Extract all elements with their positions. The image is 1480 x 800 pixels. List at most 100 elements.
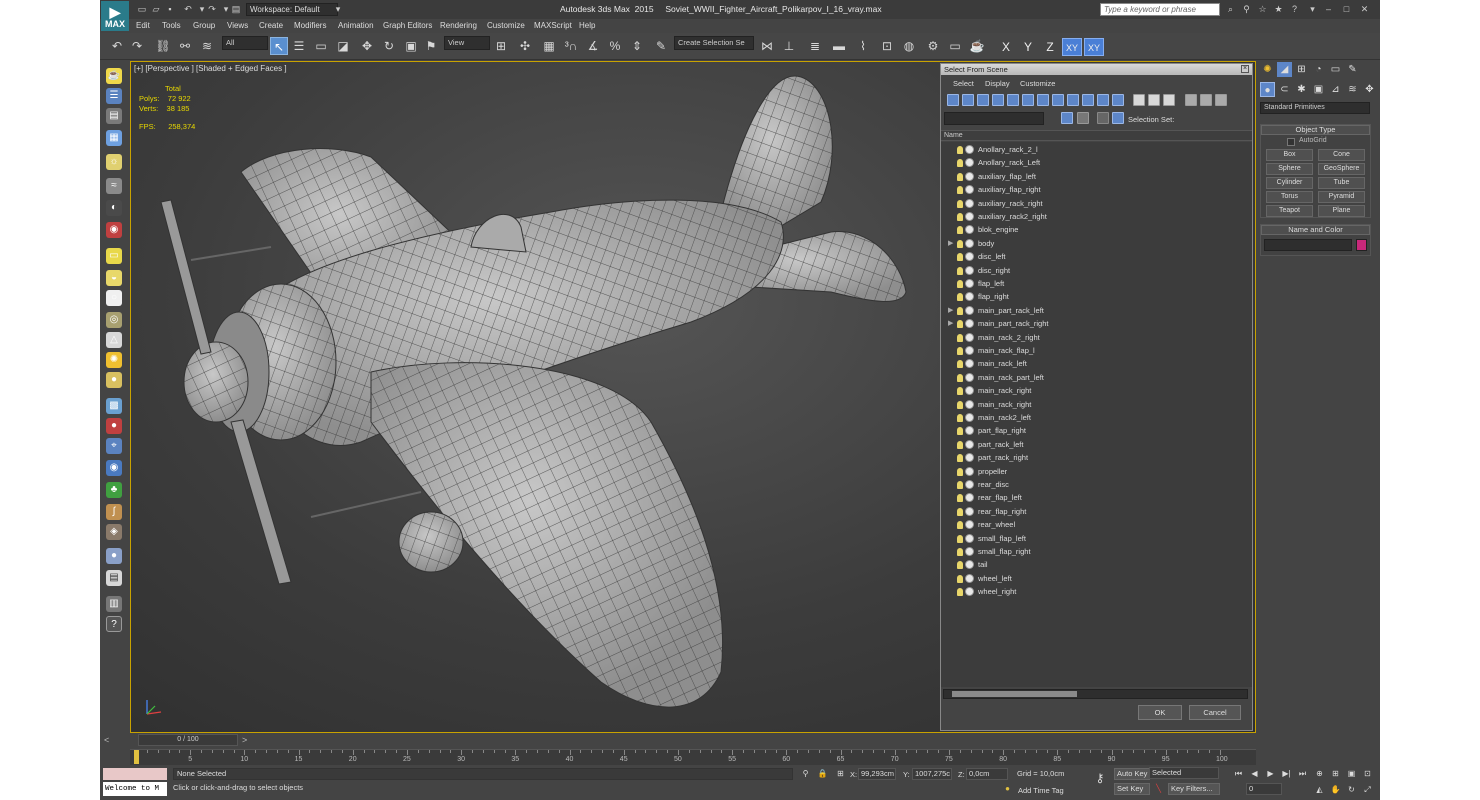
scrollbar-thumb[interactable] (952, 691, 1077, 697)
snaps-toggle-icon[interactable]: ³∩ (562, 37, 580, 55)
redo-icon[interactable]: ↷ (206, 3, 218, 15)
visibility-bulb-icon[interactable] (957, 226, 963, 235)
hierarchy-tab-icon[interactable]: ⊞ (1294, 62, 1309, 77)
scene-object-row[interactable]: part_rack_left (941, 439, 1246, 452)
display-groups-icon[interactable] (1037, 94, 1049, 106)
pan-view-icon[interactable]: ✋ (1330, 784, 1341, 795)
create-tab-icon[interactable]: ✺ (1260, 62, 1275, 77)
favorites-icon[interactable]: ★ (1272, 3, 1285, 16)
scene-object-row[interactable]: rear_disc (941, 479, 1246, 492)
scene-object-row[interactable]: part_flap_right (941, 425, 1246, 438)
tube-button[interactable]: Tube (1318, 177, 1365, 189)
scene-object-row[interactable]: small_flap_right (941, 546, 1246, 559)
align-icon[interactable]: ⊥ (780, 37, 798, 55)
menu-customize[interactable]: Customize (487, 20, 525, 32)
visibility-bulb-icon[interactable] (957, 172, 963, 181)
rectangular-selection-icon[interactable]: ▭ (312, 37, 330, 55)
play-icon[interactable]: ▶ (1265, 768, 1276, 779)
wildcard-icon[interactable] (1077, 112, 1089, 124)
menu-animation[interactable]: Animation (338, 20, 374, 32)
hair-icon[interactable]: ∫ (106, 504, 122, 520)
lights-icon[interactable]: ≈ (106, 178, 122, 194)
x-coord-field[interactable]: 99,293cm (858, 768, 896, 780)
zoom-extents-all-icon[interactable]: ⊡ (1362, 768, 1373, 779)
scene-object-row[interactable]: rear_wheel (941, 519, 1246, 532)
visibility-bulb-icon[interactable] (957, 239, 963, 248)
scene-object-row[interactable]: ▶ body (941, 238, 1246, 251)
visibility-bulb-icon[interactable] (957, 588, 963, 597)
object-type-rollout-header[interactable]: Object Type (1261, 125, 1370, 135)
zoom-extents-icon[interactable]: ▣ (1346, 768, 1357, 779)
render-production-icon[interactable]: ☕ (968, 37, 986, 55)
mirror-icon[interactable]: ⋈ (758, 37, 776, 55)
restrict-y-icon[interactable]: Y (1020, 38, 1036, 56)
teapot-icon[interactable]: ☕ (106, 68, 122, 84)
restrict-z-icon[interactable]: Z (1042, 38, 1058, 56)
dialog-menu-display[interactable]: Display (985, 79, 1010, 88)
visibility-bulb-icon[interactable] (957, 186, 963, 195)
scale-icon[interactable]: ▣ (402, 37, 420, 55)
dialog-menu-select[interactable]: Select (953, 79, 974, 88)
maxscript-mini-listener-output[interactable] (103, 768, 167, 780)
scene-object-row[interactable]: flap_right (941, 291, 1246, 304)
visibility-bulb-icon[interactable] (957, 333, 963, 342)
scene-object-row[interactable]: main_rack_left (941, 358, 1246, 371)
unlink-icon[interactable]: ⚯ (176, 37, 194, 55)
scene-object-row[interactable]: flap_left (941, 278, 1246, 291)
workspace-dropdown[interactable]: Workspace: Default (246, 3, 338, 16)
visibility-bulb-icon[interactable] (957, 534, 963, 543)
selection-set-label[interactable]: Selection Set: (1128, 115, 1174, 124)
display-helpers-icon[interactable] (1007, 94, 1019, 106)
orbit-icon[interactable]: ↻ (1346, 784, 1357, 795)
checklist-icon[interactable]: ▤ (106, 570, 122, 586)
restrict-x-icon[interactable]: X (998, 38, 1014, 56)
set-key-icon[interactable]: ⚷ (1092, 772, 1108, 784)
current-frame-marker[interactable] (134, 750, 139, 764)
render-setup-icon[interactable]: ⚙ (924, 37, 942, 55)
scene-object-row[interactable]: tail (941, 559, 1246, 572)
restrict-xy-cycle-icon[interactable]: XY (1084, 38, 1104, 56)
sphere-material-icon[interactable]: ● (106, 548, 122, 564)
sphere-button[interactable]: Sphere (1266, 163, 1313, 175)
display-cameras-icon[interactable] (992, 94, 1004, 106)
go-to-end-icon[interactable]: ⏭ (1297, 768, 1308, 779)
scene-object-row[interactable]: rear_flap_right (941, 506, 1246, 519)
helpers-category-icon[interactable]: ⊿ (1328, 82, 1343, 97)
visibility-bulb-icon[interactable] (957, 306, 963, 315)
helper-icon[interactable]: ⌖ (106, 438, 122, 454)
sort-icon[interactable] (1200, 94, 1212, 106)
visibility-bulb-icon[interactable] (957, 561, 963, 570)
scene-object-row[interactable]: blok_engine (941, 224, 1246, 237)
selection-lock-icon[interactable]: 🔒 (817, 768, 828, 779)
close-window-icon[interactable]: ✕ (1358, 3, 1371, 16)
name-and-color-rollout-header[interactable]: Name and Color (1261, 225, 1370, 235)
visibility-bulb-icon[interactable] (957, 266, 963, 275)
find-name-input[interactable] (944, 112, 1044, 125)
object-name-input[interactable] (1264, 239, 1352, 251)
display-shapes-icon[interactable] (962, 94, 974, 106)
curve-editor-icon[interactable]: ⌇ (854, 37, 872, 55)
visibility-bulb-icon[interactable] (957, 467, 963, 476)
display-space-warps-icon[interactable] (1022, 94, 1034, 106)
spinner-snap-icon[interactable]: ⇕ (628, 37, 646, 55)
current-frame-field[interactable]: 0 (1246, 783, 1282, 795)
cameras-category-icon[interactable]: ▣ (1311, 82, 1326, 97)
select-object-icon[interactable]: ↖ (270, 37, 288, 55)
scene-object-row[interactable]: small_flap_left (941, 533, 1246, 546)
scene-object-row[interactable]: main_rack2_left (941, 412, 1246, 425)
visibility-bulb-icon[interactable] (957, 387, 963, 396)
menu-rendering[interactable]: Rendering (440, 20, 477, 32)
scene-object-row[interactable]: auxiliary_rack_right (941, 198, 1246, 211)
menu-edit[interactable]: Edit (136, 20, 150, 32)
geosphere-button[interactable]: GeoSphere (1318, 163, 1365, 175)
set-key-button[interactable]: Set Key (1114, 783, 1150, 795)
rotate-icon[interactable]: ↻ (380, 37, 398, 55)
visibility-bulb-icon[interactable] (957, 494, 963, 503)
visibility-bulb-icon[interactable] (957, 347, 963, 355)
expand-arrow-icon[interactable]: ▶ (948, 319, 953, 327)
ok-button[interactable]: OK (1138, 705, 1182, 720)
scene-object-row[interactable]: propeller (941, 466, 1246, 479)
horizontal-scrollbar[interactable] (943, 689, 1248, 699)
modify-tab-icon[interactable]: ◢ (1277, 62, 1292, 77)
disc-icon[interactable]: ● (106, 372, 122, 388)
